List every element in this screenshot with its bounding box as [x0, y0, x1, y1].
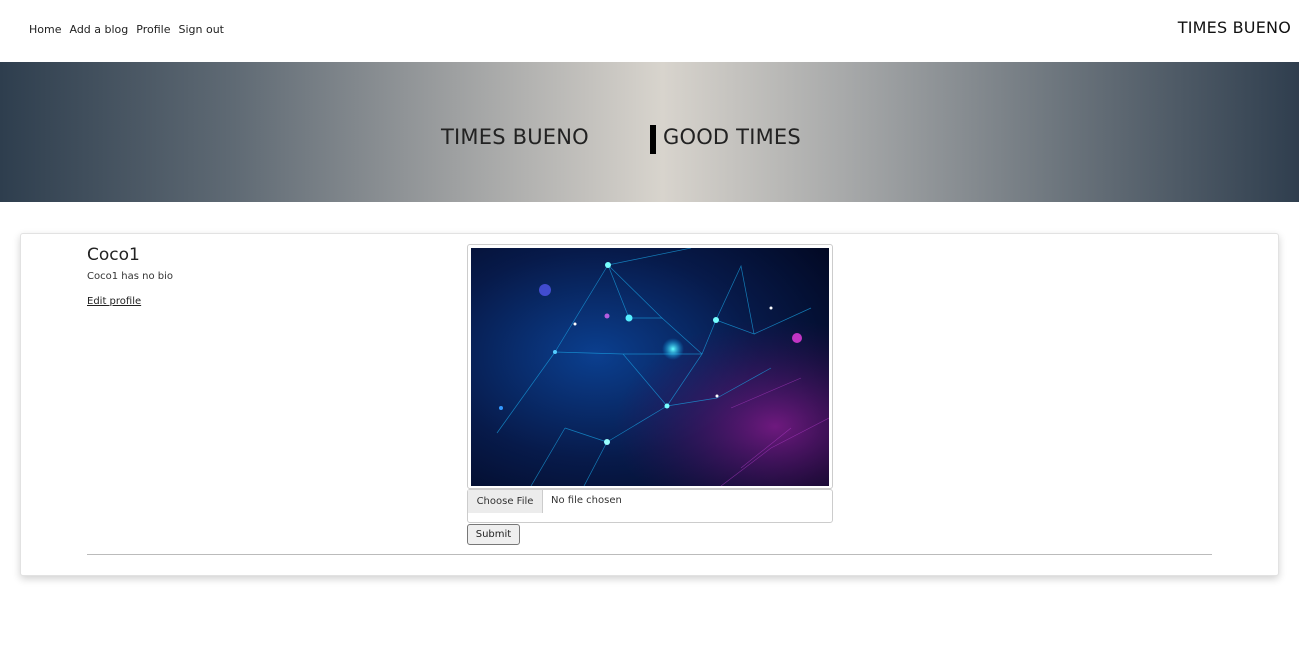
profile-card: Coco1 Coco1 has no bio Edit profile Choo… [20, 233, 1279, 576]
nav-home-link[interactable]: Home [29, 23, 61, 36]
profile-bio: Coco1 has no bio [87, 271, 173, 282]
nav-add-blog-link[interactable]: Add a blog [69, 23, 128, 36]
profile-picture-frame [467, 244, 833, 489]
file-status-text: No file chosen [551, 495, 622, 506]
hero-left-title: TIMES BUENO [441, 125, 589, 149]
nav-sign-out-link[interactable]: Sign out [178, 23, 224, 36]
top-navbar: Home Add a blog Profile Sign out TIMES B… [0, 0, 1299, 62]
choose-file-button[interactable]: Choose File [468, 490, 543, 513]
file-upload-input[interactable]: Choose File No file chosen [467, 489, 833, 523]
edit-profile-link[interactable]: Edit profile [87, 296, 141, 307]
submit-button[interactable]: Submit [467, 524, 520, 545]
profile-picture [471, 248, 829, 486]
profile-username: Coco1 [87, 245, 140, 265]
hero-banner: TIMES BUENO GOOD TIMES [0, 62, 1299, 202]
card-divider [87, 554, 1212, 555]
nav-links: Home Add a blog Profile Sign out [29, 23, 232, 36]
brand-logo-text[interactable]: TIMES BUENO [1178, 18, 1291, 37]
nav-profile-link[interactable]: Profile [136, 23, 170, 36]
hero-right-title: GOOD TIMES [663, 125, 801, 149]
hero-divider-bar [650, 125, 656, 154]
